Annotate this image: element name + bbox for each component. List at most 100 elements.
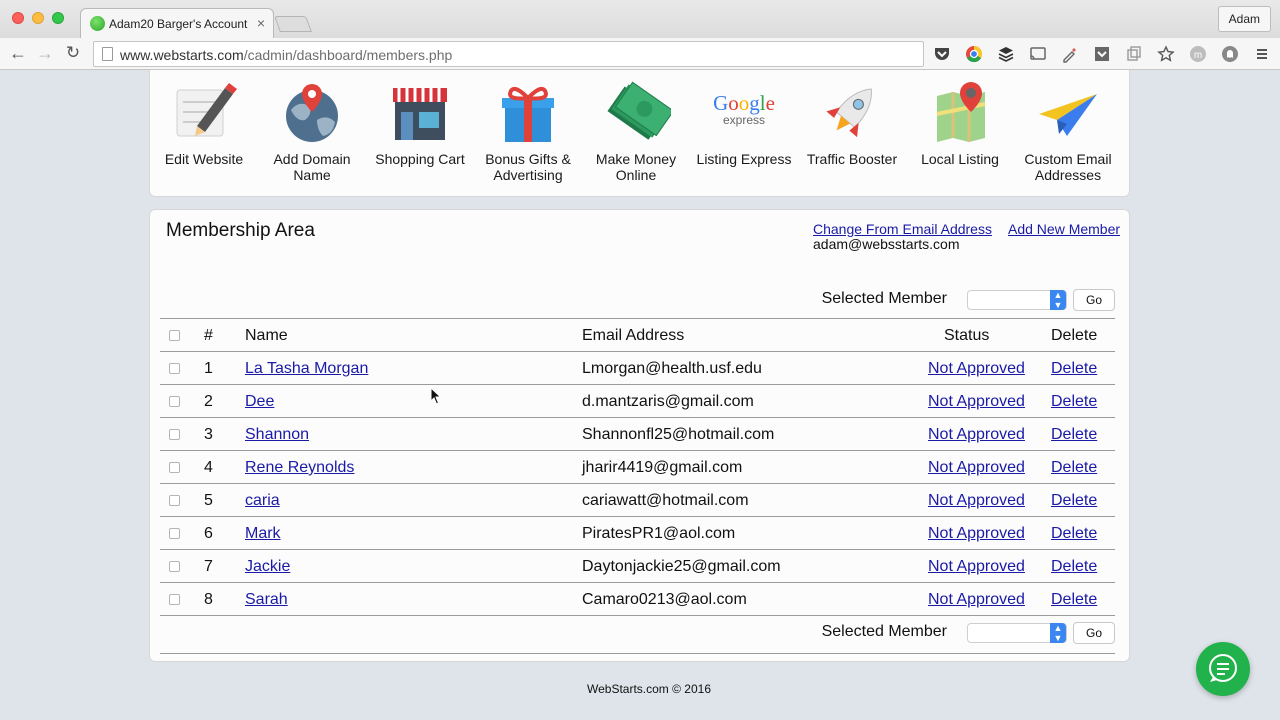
member-status-link[interactable]: Not Approved <box>928 393 1025 411</box>
from-email-address: adam@websstarts.com <box>813 236 960 252</box>
row-checkbox[interactable] <box>169 429 180 440</box>
new-tab-button[interactable] <box>274 16 312 32</box>
browser-tab[interactable]: Adam20 Barger's Account × <box>80 8 274 38</box>
member-number: 8 <box>204 591 213 608</box>
add-new-member-link[interactable]: Add New Member <box>1008 221 1120 237</box>
table-row: 8 Sarah Camaro0213@aol.com Not Approved … <box>160 583 1115 616</box>
member-name-link[interactable]: Dee <box>245 393 274 411</box>
member-status-link[interactable]: Not Approved <box>928 459 1025 477</box>
eyedropper-icon[interactable] <box>1061 45 1079 63</box>
go-button[interactable]: Go <box>1073 622 1115 644</box>
members-table: # Name Email Address Status Delete 1 La … <box>160 318 1115 616</box>
member-delete-link[interactable]: Delete <box>1051 525 1097 543</box>
column-header-email: Email Address <box>582 327 685 344</box>
member-number: 2 <box>204 393 213 410</box>
chrome-extension-icon[interactable] <box>965 45 983 63</box>
member-delete-link[interactable]: Delete <box>1051 591 1097 609</box>
column-header-status: Status <box>944 327 990 344</box>
svg-text:m: m <box>1194 50 1202 61</box>
profile-button[interactable]: Adam <box>1217 6 1271 32</box>
browser-toolbar: ← → ↻ www.webstarts.com/cadmin/dashboard… <box>0 38 1280 70</box>
member-delete-link[interactable]: Delete <box>1051 558 1097 576</box>
globe-pin-icon <box>286 84 338 142</box>
member-status-link[interactable]: Not Approved <box>928 492 1025 510</box>
member-delete-link[interactable]: Delete <box>1051 393 1097 411</box>
member-name-link[interactable]: Sarah <box>245 591 288 609</box>
member-status-link[interactable]: Not Approved <box>928 591 1025 609</box>
member-status-link[interactable]: Not Approved <box>928 360 1025 378</box>
member-name-link[interactable]: Rene Reynolds <box>245 459 354 477</box>
tool-label: Custom Email Addresses <box>1024 151 1112 183</box>
row-checkbox[interactable] <box>169 363 180 374</box>
cast-icon[interactable] <box>1029 45 1047 63</box>
window-minimize-button[interactable] <box>32 12 44 24</box>
table-row: 4 Rene Reynolds jharir4419@gmail.com Not… <box>160 451 1115 484</box>
window-maximize-button[interactable] <box>52 12 64 24</box>
tool-label: Local Listing <box>921 151 999 167</box>
tab-title: Adam20 Barger's Account <box>109 17 248 31</box>
window-close-button[interactable] <box>12 12 24 24</box>
back-arrow-icon[interactable]: ← <box>7 42 29 64</box>
member-name-link[interactable]: caria <box>245 492 280 510</box>
tool-custom-email[interactable]: Custom Email Addresses <box>1014 80 1122 183</box>
tool-bonus-gifts[interactable]: Bonus Gifts & Advertising <box>474 80 582 183</box>
selected-member-select[interactable]: ▲ ▼ <box>967 290 1067 310</box>
tool-shopping-cart[interactable]: Shopping Cart <box>366 80 474 167</box>
m-extension-icon[interactable]: m <box>1189 45 1207 63</box>
copy-icon[interactable] <box>1125 45 1143 63</box>
member-delete-link[interactable]: Delete <box>1051 459 1097 477</box>
table-row: 7 Jackie Daytonjackie25@gmail.com Not Ap… <box>160 550 1115 583</box>
select-arrows-icon: ▲ ▼ <box>1050 290 1066 310</box>
row-checkbox[interactable] <box>169 561 180 572</box>
url-text[interactable]: www.webstarts.com/cadmin/dashboard/membe… <box>120 47 452 63</box>
tool-label: Listing Express <box>696 151 792 167</box>
go-button[interactable]: Go <box>1073 289 1115 311</box>
row-checkbox[interactable] <box>169 495 180 506</box>
member-delete-link[interactable]: Delete <box>1051 492 1097 510</box>
address-bar[interactable]: www.webstarts.com/cadmin/dashboard/membe… <box>93 41 924 67</box>
member-status-link[interactable]: Not Approved <box>928 558 1025 576</box>
row-checkbox[interactable] <box>169 594 180 605</box>
tab-close-icon[interactable]: × <box>257 15 265 31</box>
pocket-icon[interactable] <box>933 45 951 63</box>
member-number: 7 <box>204 558 213 575</box>
tool-local-listing[interactable]: Local Listing <box>906 80 1014 167</box>
member-delete-link[interactable]: Delete <box>1051 360 1097 378</box>
member-number: 1 <box>204 360 213 377</box>
bulk-action-top: Selected Member ▲ ▼ Go <box>815 289 1115 311</box>
tool-add-domain-name[interactable]: Add Domain Name <box>258 80 366 183</box>
member-name-link[interactable]: Shannon <box>245 426 309 444</box>
member-status-link[interactable]: Not Approved <box>928 426 1025 444</box>
tool-edit-website[interactable]: Edit Website <box>150 80 258 167</box>
member-email: Shannonfl25@hotmail.com <box>582 426 775 443</box>
tool-make-money[interactable]: Make Money Online <box>582 80 690 183</box>
forward-arrow-icon[interactable]: → <box>34 42 56 64</box>
row-checkbox[interactable] <box>169 528 180 539</box>
member-status-link[interactable]: Not Approved <box>928 525 1025 543</box>
bookmark-star-icon[interactable] <box>1157 45 1175 63</box>
ghostery-icon[interactable] <box>1221 45 1239 63</box>
member-name-link[interactable]: La Tasha Morgan <box>245 360 368 378</box>
chat-button[interactable] <box>1196 642 1250 696</box>
reload-icon[interactable]: ↻ <box>62 42 84 64</box>
webstarts-favicon-icon <box>90 16 105 31</box>
member-name-link[interactable]: Mark <box>245 525 281 543</box>
page-title: Membership Area <box>166 220 315 241</box>
row-checkbox[interactable] <box>169 396 180 407</box>
member-name-link[interactable]: Jackie <box>245 558 290 576</box>
member-email: Lmorgan@health.usf.edu <box>582 360 762 377</box>
member-delete-link[interactable]: Delete <box>1051 426 1097 444</box>
svg-text:express: express <box>723 113 765 127</box>
member-email: PiratesPR1@aol.com <box>582 525 736 542</box>
tool-listing-express[interactable]: Google express Listing Express <box>690 80 798 167</box>
tool-label: Bonus Gifts & Advertising <box>485 151 571 183</box>
table-row: 1 La Tasha Morgan Lmorgan@health.usf.edu… <box>160 352 1115 385</box>
select-all-checkbox[interactable] <box>169 330 180 341</box>
download-box-icon[interactable] <box>1093 45 1111 63</box>
selected-member-select[interactable]: ▲ ▼ <box>967 623 1067 643</box>
menu-icon[interactable] <box>1253 45 1271 63</box>
row-checkbox[interactable] <box>169 462 180 473</box>
buffer-stack-icon[interactable] <box>997 45 1015 63</box>
change-from-email-link[interactable]: Change From Email Address <box>813 221 992 237</box>
tool-traffic-booster[interactable]: Traffic Booster <box>798 80 906 167</box>
